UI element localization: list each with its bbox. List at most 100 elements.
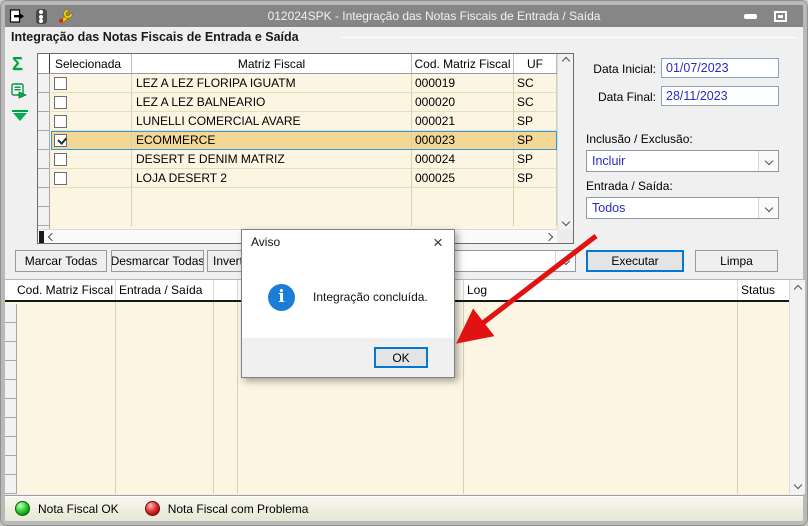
result-vertical-scrollbar[interactable] [789,280,805,494]
cell-selecionada [51,112,132,131]
dialog-title: Aviso [251,235,281,249]
table-row-empty [51,207,557,226]
traffic-light-icon[interactable] [29,7,53,25]
data-inicial-input[interactable] [661,58,779,78]
table-row[interactable]: LOJA DESERT 2 000025 SP [51,169,557,188]
grid-vertical-scrollbar[interactable] [557,54,573,229]
dialog-footer: OK [242,338,454,377]
inclusao-exclusao-label: Inclusão / Exclusão: [586,132,693,146]
sum-icon[interactable]: Σ [12,54,23,75]
status-ok-icon [15,501,30,516]
cell-matriz: LUNELLI COMERCIAL AVARE [132,112,412,131]
cell-selecionada [51,131,132,150]
chevron-down-icon[interactable] [555,251,575,271]
column-divider [213,280,214,494]
ok-button[interactable]: OK [374,347,428,368]
cell-matriz: ECOMMERCE [132,131,412,150]
inclusao-exclusao-select[interactable]: Incluir [586,150,779,172]
result-header-log[interactable]: Log [467,283,487,297]
limpa-button[interactable]: Limpa [695,250,778,272]
cell-matriz: LEZ A LEZ FLORIPA IGUATM [132,74,412,93]
table-row[interactable]: LUNELLI COMERCIAL AVARE 000021 SP [51,112,557,131]
marcar-todas-button[interactable]: Marcar Todas [15,250,107,272]
table-header: Selecionada Matriz Fiscal Cod. Matriz Fi… [38,54,557,74]
status-problem-icon [144,501,160,516]
desmarcar-todas-button[interactable]: Desmarcar Todas [111,250,204,272]
filter-icon[interactable] [12,109,28,125]
data-inicial-label: Data Inicial: [593,62,656,76]
cell-uf: SP [514,112,557,131]
status-problem-label: Nota Fiscal com Problema [167,501,309,516]
minimize-button[interactable] [739,8,761,24]
dialog-body: i Integração concluída. [242,254,454,340]
matriz-fiscal-table: Selecionada Matriz Fiscal Cod. Matriz Fi… [37,53,574,244]
chevron-down-icon[interactable] [758,198,778,218]
chevron-down-icon[interactable] [758,151,778,171]
cell-cod: 000025 [412,169,514,188]
scroll-left-icon[interactable] [44,230,60,244]
executar-button[interactable]: Executar [586,250,684,272]
table-row-empty [51,188,557,207]
row-checkbox[interactable] [54,115,67,128]
minimize-icon [743,13,757,19]
scroll-down-icon[interactable] [558,215,574,229]
cell-cod: 000019 [412,74,514,93]
data-final-input[interactable] [661,86,779,106]
dialog-message: Integração concluída. [313,290,428,304]
result-header-entrada-saida[interactable]: Entrada / Saída [119,283,202,297]
cell-selecionada [51,93,132,112]
header-selecionada[interactable]: Selecionada [50,54,132,73]
row-checkbox[interactable] [54,77,67,90]
cell-cod: 000023 [412,131,514,150]
titlebar: 012024SPK - Integração das Notas Fiscais… [5,5,803,27]
cell-selecionada [51,74,132,93]
column-divider [737,280,738,494]
scroll-up-icon[interactable] [558,54,574,68]
column-divider [115,280,116,494]
exit-icon[interactable] [5,7,29,25]
table-row[interactable]: LEZ A LEZ FLORIPA IGUATM 000019 SC [51,74,557,93]
app-window: 012024SPK - Integração das Notas Fiscais… [0,0,808,526]
inclusao-exclusao-value: Incluir [592,154,626,168]
cell-matriz: LEZ A LEZ BALNEARIO [132,93,412,112]
scroll-down-icon[interactable] [790,478,806,492]
row-checkbox[interactable] [54,153,67,166]
aviso-dialog: Aviso × i Integração concluída. OK [241,229,455,378]
cell-matriz: LOJA DESERT 2 [132,169,412,188]
info-icon: i [268,283,295,311]
cell-uf: SP [514,150,557,169]
export-icon[interactable] [10,82,28,105]
row-checkbox[interactable] [54,172,67,185]
table-row[interactable]: DESERT E DENIM MATRIZ 000024 SP [51,150,557,169]
header-matriz-fiscal[interactable]: Matriz Fiscal [132,54,412,73]
scroll-up-icon[interactable] [790,282,806,296]
maximize-button[interactable] [769,8,791,24]
row-checkbox[interactable] [54,96,67,109]
cell-cod: 000021 [412,112,514,131]
entrada-saida-select[interactable]: Todos [586,197,779,219]
cell-cod: 000020 [412,93,514,112]
result-header-cod[interactable]: Cod. Matriz Fiscal [17,283,113,297]
header-uf[interactable]: UF [514,54,557,73]
cell-uf: SC [514,74,557,93]
cell-uf: SP [514,131,557,150]
header-cod-matriz-fiscal[interactable]: Cod. Matriz Fiscal [412,54,514,73]
data-final-label: Data Final: [597,90,656,104]
result-header-status[interactable]: Status [741,283,775,297]
maximize-icon [773,10,787,22]
header-row-selector [38,54,50,73]
cell-uf: SP [514,169,557,188]
result-row-selector-column [5,304,17,494]
scrollbar-corner [557,229,573,243]
column-divider [463,280,464,494]
row-checkbox[interactable] [54,134,67,147]
window-title: 012024SPK - Integração das Notas Fiscais… [267,9,601,23]
wrench-icon[interactable] [53,7,77,25]
table-row[interactable]: LEZ A LEZ BALNEARIO 000020 SC [51,93,557,112]
scroll-right-icon[interactable] [541,230,557,244]
cell-uf: SC [514,93,557,112]
table-row-selected[interactable]: ECOMMERCE 000023 SP [51,131,557,150]
page-title: Integração das Notas Fiscais de Entrada … [11,30,299,44]
close-icon[interactable]: × [428,232,448,252]
groupbox-divider [341,37,797,38]
